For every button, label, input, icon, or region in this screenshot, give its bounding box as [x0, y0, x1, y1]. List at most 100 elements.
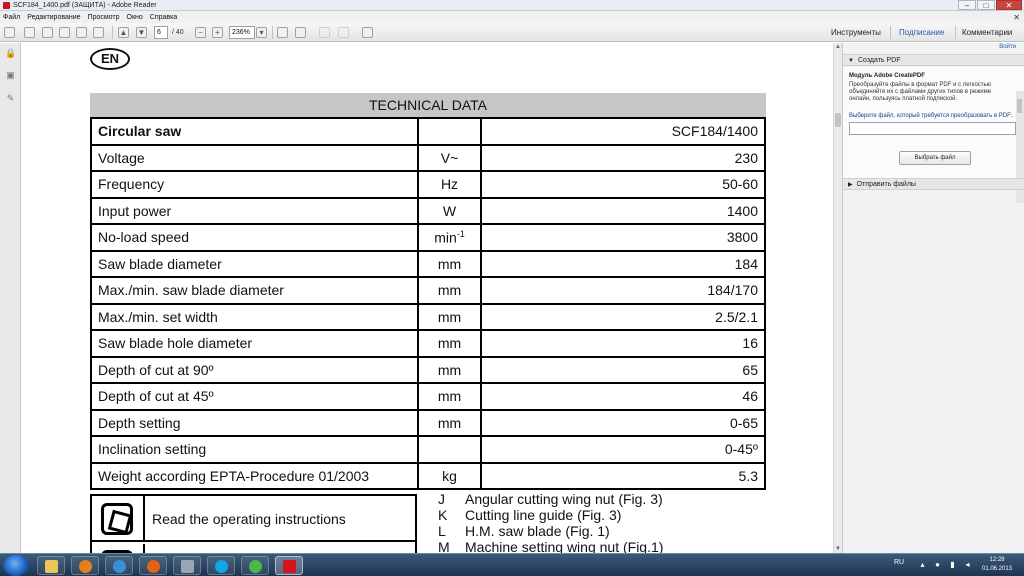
close-button[interactable]: ✕ — [996, 0, 1022, 10]
page-number-input[interactable] — [154, 26, 168, 39]
utility-icon — [249, 560, 262, 573]
fit-page-icon[interactable] — [277, 27, 288, 38]
spec-value: 65 — [480, 355, 766, 384]
table-row: Frequency Hz 50-60 — [90, 170, 766, 199]
tab-tools[interactable]: Инструменты — [831, 26, 881, 39]
taskbar-browser[interactable] — [105, 556, 133, 575]
maximize-button[interactable]: □ — [977, 0, 995, 10]
comment-icon[interactable] — [338, 27, 349, 38]
panel-scrollbar-thumb[interactable] — [1017, 99, 1022, 113]
taskbar-app[interactable] — [173, 556, 201, 575]
spec-unit: Hz — [417, 170, 482, 199]
print-icon[interactable] — [76, 27, 87, 38]
legend-key: L — [438, 523, 446, 539]
browser-icon — [113, 560, 126, 573]
spec-unit — [417, 435, 482, 464]
taskbar: RU ▴ ● ▮ ◂ 12:28 01.06.2013 — [0, 553, 1024, 576]
document-view[interactable]: EN TECHNICAL DATA Circular saw SCF184/140… — [22, 43, 833, 553]
unit-text: Hz — [440, 176, 459, 193]
scroll-down-icon[interactable]: ▼ — [835, 546, 841, 552]
zoom-dropdown-icon[interactable]: ▾ — [256, 27, 267, 38]
section-create-pdf[interactable]: ▼ Создать PDF — [843, 54, 1024, 66]
zoom-in-icon[interactable]: + — [212, 27, 223, 38]
collapse-arrow-icon: ▶ — [848, 182, 853, 188]
language-indicator[interactable]: RU — [894, 559, 904, 566]
taskbar-explorer[interactable] — [37, 556, 65, 575]
document-scrollbar[interactable]: ▲ ▼ — [833, 43, 842, 553]
spec-name: Saw blade hole diameter — [90, 329, 419, 358]
zoom-out-icon[interactable]: − — [195, 27, 206, 38]
tray-app-icon[interactable]: ● — [933, 560, 942, 569]
menu-bar: Файл Редактирование Просмотр Окно Справк… — [0, 11, 1024, 23]
menu-file[interactable]: Файл — [3, 14, 20, 21]
choose-file-button[interactable]: Выбрать файл — [899, 151, 971, 165]
unit-text: mm — [437, 414, 462, 431]
table-row: No-load speed min-1 3800 — [90, 223, 766, 252]
combine-icon[interactable] — [24, 27, 35, 38]
unit-text: mm — [437, 335, 462, 352]
unit-text: min — [434, 229, 457, 246]
table-row: Circular saw SCF184/1400 — [90, 117, 766, 146]
toolbar: ▲ ▼ / 40 − + ▾ Инструменты Подписание Ко… — [0, 23, 1024, 42]
spec-unit: kg — [417, 461, 482, 490]
clock[interactable]: 12:28 01.06.2013 — [979, 556, 1015, 574]
spec-unit: mm — [417, 355, 482, 384]
attachment-icon[interactable]: ✎ — [5, 93, 16, 104]
table-row: Depth of cut at 45º mm 46 — [90, 382, 766, 411]
tab-comments[interactable]: Комментарии — [962, 26, 1012, 39]
login-link[interactable]: Войти — [999, 44, 1016, 50]
spec-value: 1400 — [480, 196, 766, 225]
taskbar-adobe-reader[interactable] — [275, 556, 303, 575]
prev-page-icon[interactable]: ▲ — [118, 27, 129, 38]
save-icon[interactable] — [59, 27, 70, 38]
next-page-icon[interactable]: ▼ — [136, 27, 147, 38]
table-row: Inclination setting 0-45º — [90, 435, 766, 464]
volume-icon[interactable]: ◂ — [963, 560, 972, 569]
scrollbar-thumb[interactable] — [835, 113, 841, 127]
create-pdf-icon[interactable] — [4, 27, 15, 38]
start-button[interactable] — [3, 555, 29, 576]
file-path-field[interactable] — [849, 122, 1016, 135]
parts-legend: J Angular cutting wing nut (Fig. 3) K Cutt… — [438, 491, 758, 553]
menu-edit[interactable]: Редактирование — [27, 14, 80, 21]
menu-view[interactable]: Просмотр — [88, 14, 120, 21]
unit-superscript: -1 — [456, 228, 465, 239]
taskbar-firefox[interactable] — [139, 556, 167, 575]
section-send-files[interactable]: ▶ Отправить файлы — [843, 178, 1024, 190]
spec-unit: V~ — [417, 143, 482, 172]
email-icon[interactable] — [93, 27, 104, 38]
sign-icon[interactable] — [319, 27, 330, 38]
taskbar-media[interactable] — [71, 556, 99, 575]
table-row: Input power W 1400 — [90, 196, 766, 225]
menu-window[interactable]: Окно — [127, 14, 143, 21]
taskbar-skype[interactable] — [207, 556, 235, 575]
scroll-up-icon[interactable]: ▲ — [835, 44, 841, 50]
tray-arrow-icon[interactable]: ▴ — [918, 560, 927, 569]
window-controls: – □ ✕ — [957, 0, 1022, 11]
unit-text: W — [442, 202, 457, 219]
spec-unit: mm — [417, 408, 482, 437]
spec-value: 0-65 — [480, 408, 766, 437]
tab-sign[interactable]: Подписание — [899, 26, 944, 39]
spec-unit: min-1 — [417, 223, 482, 252]
skype-icon — [215, 560, 228, 573]
legend-text: H.M. saw blade (Fig. 1) — [465, 523, 610, 539]
zoom-input[interactable] — [229, 26, 255, 39]
edit-icon[interactable] — [42, 27, 53, 38]
legend-text: Angular cutting wing nut (Fig. 3) — [465, 491, 663, 507]
pages-icon[interactable]: ▣ — [5, 70, 16, 81]
close-document-icon[interactable]: ✕ — [1013, 13, 1020, 22]
network-icon[interactable]: ▮ — [948, 560, 957, 569]
fullscreen-icon[interactable] — [362, 27, 373, 38]
lock-icon[interactable]: 🔒 — [5, 48, 16, 59]
taskbar-utility[interactable] — [241, 556, 269, 575]
expand-arrow-icon: ▼ — [848, 58, 854, 64]
technical-data-table: Circular saw SCF184/1400 Voltage V~ 230 Frequ… — [90, 117, 766, 490]
fit-width-icon[interactable] — [295, 27, 306, 38]
menu-help[interactable]: Справка — [150, 14, 177, 21]
toolbar-separator — [112, 26, 113, 39]
spec-value: 5.3 — [480, 461, 766, 490]
minimize-button[interactable]: – — [958, 0, 976, 10]
spec-value: SCF184/1400 — [480, 117, 766, 146]
legend-item: M Machine setting wing nut (Fig.1) — [438, 539, 758, 553]
